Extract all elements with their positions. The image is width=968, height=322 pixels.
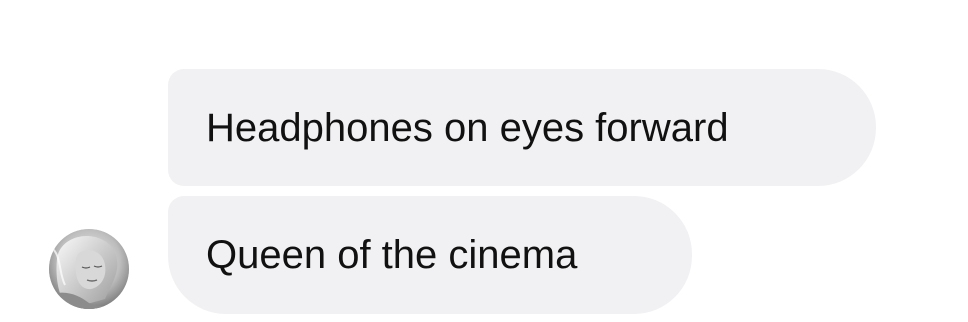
profile-photo-icon: [49, 229, 129, 309]
chat-thread: Headphones on eyes forward Queen of the …: [0, 0, 968, 322]
message-bubble[interactable]: Queen of the cinema: [168, 196, 692, 314]
avatar[interactable]: [49, 229, 129, 309]
message-text: Headphones on eyes forward: [206, 105, 729, 150]
message-text: Queen of the cinema: [206, 233, 578, 277]
message-bubble[interactable]: Headphones on eyes forward: [168, 69, 876, 186]
